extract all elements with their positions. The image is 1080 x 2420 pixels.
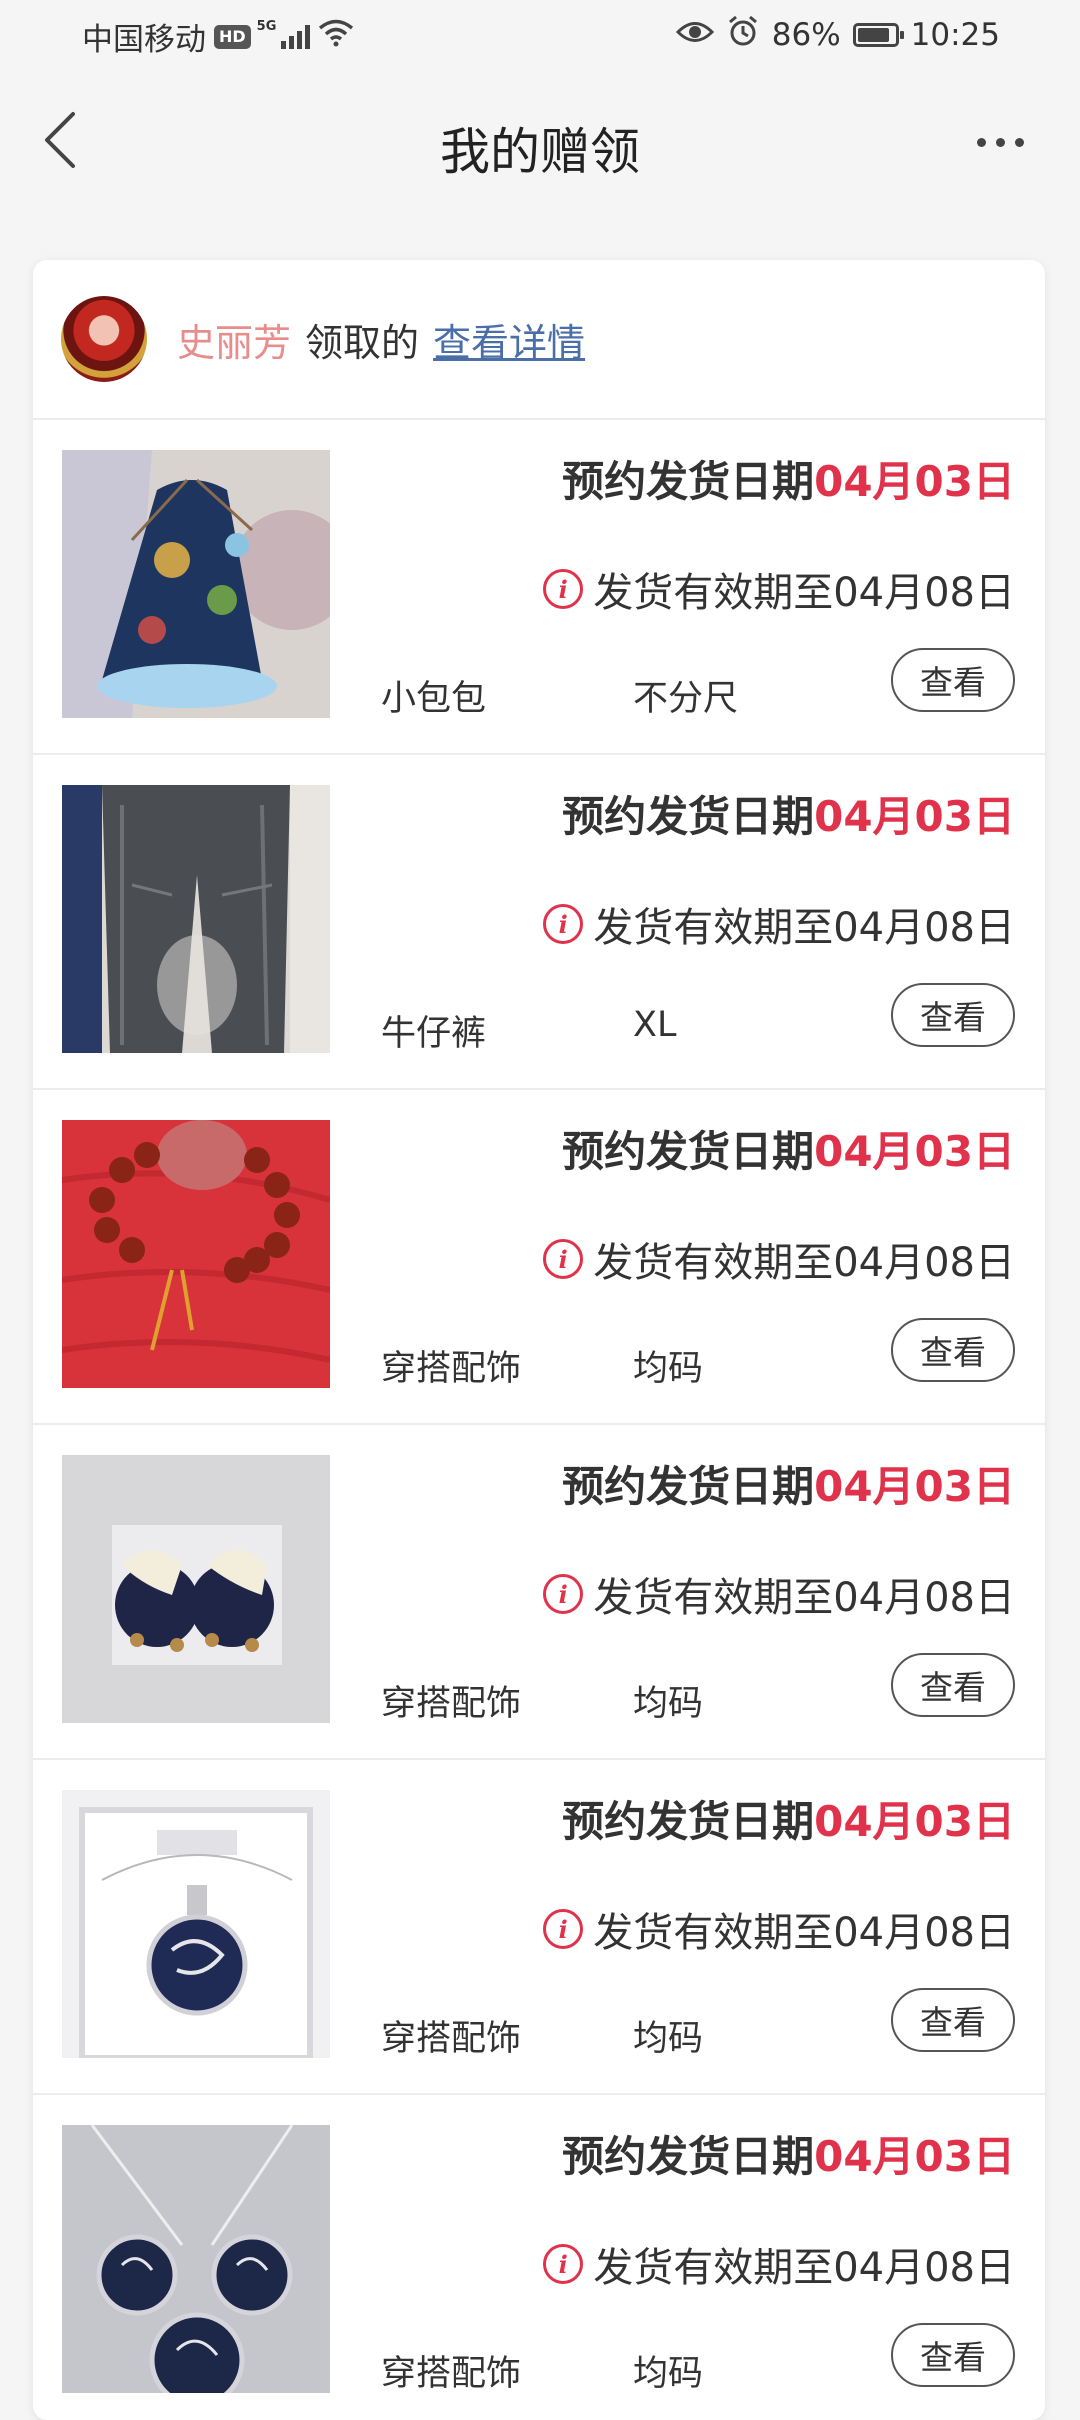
list-item[interactable]: 预约发货日期04月03日 i 发货有效期至04月08日 穿搭配饰 均码 查看 — [33, 2095, 1045, 2420]
list-item[interactable]: 预约发货日期04月03日 i 发货有效期至04月08日 穿搭配饰 均码 查看 — [33, 1760, 1045, 2095]
battery-icon — [852, 23, 904, 47]
status-bar: 中国移动 HD 5G 86% 10:25 — [0, 0, 1080, 72]
nav-bar: 我的赠领 — [0, 72, 1080, 222]
ship-date-label: 预约发货日期 — [562, 1797, 815, 1846]
item-name: 穿搭配饰 — [381, 1684, 522, 1724]
item-name: 穿搭配饰 — [381, 2354, 522, 2394]
ship-date: 预约发货日期04月03日 — [562, 448, 1015, 509]
ship-date: 预约发货日期04月03日 — [562, 1788, 1015, 1849]
carrier-name: 中国移动 — [82, 22, 206, 58]
alarm-icon — [726, 14, 760, 56]
view-button[interactable]: 查看 — [891, 648, 1015, 712]
ship-date-value: 04月03日 — [814, 457, 1015, 506]
item-name: 小包包 — [381, 679, 487, 719]
ship-date-label: 预约发货日期 — [562, 2132, 815, 2181]
product-image-earrings[interactable] — [62, 1455, 330, 1723]
list-item[interactable]: 预约发货日期04月03日 i 发货有效期至04月08日 穿搭配饰 均码 查看 — [33, 1425, 1045, 1760]
view-button[interactable]: 查看 — [891, 1988, 1015, 2052]
view-button[interactable]: 查看 — [891, 1318, 1015, 1382]
status-right: 86% 10:25 — [675, 14, 1000, 56]
product-image-bracelet[interactable] — [61, 1120, 331, 1388]
item-size: 均码 — [633, 2019, 704, 2059]
item-size: 均码 — [633, 1684, 704, 1724]
product-image-bag[interactable] — [62, 450, 352, 718]
validity-text: 发货有效期至04月08日 — [593, 905, 1015, 951]
ship-date-value: 04月03日 — [814, 1127, 1015, 1176]
item-name: 穿搭配饰 — [381, 2019, 522, 2059]
wifi-icon — [318, 19, 354, 55]
ship-date-value: 04月03日 — [814, 1797, 1015, 1846]
validity-text: 发货有效期至04月08日 — [593, 1910, 1015, 1956]
item-size: 均码 — [633, 2354, 704, 2394]
status-left: 中国移动 HD 5G — [82, 14, 354, 59]
item-size: 不分尺 — [633, 679, 739, 719]
received-label: 领取的 — [305, 320, 420, 365]
info-icon: i — [543, 569, 584, 609]
ship-date-label: 预约发货日期 — [562, 792, 815, 841]
gift-card: 史丽芳 领取的 查看详情 预约发货日期04月03日 i 发货有效期至04月08日 — [33, 260, 1045, 2420]
validity-row: i 发货有效期至04月08日 — [543, 1900, 1015, 1958]
info-icon: i — [543, 1574, 584, 1614]
list-item[interactable]: 预约发货日期04月03日 i 发货有效期至04月08日 穿搭配饰 均码 查看 — [33, 1090, 1045, 1425]
view-button[interactable]: 查看 — [891, 983, 1015, 1047]
network-type: 5G — [256, 18, 277, 34]
validity-row: i 发货有效期至04月08日 — [543, 895, 1015, 953]
ship-date-value: 04月03日 — [814, 792, 1015, 841]
battery-fill — [857, 28, 889, 42]
ship-date: 预约发货日期04月03日 — [562, 1118, 1015, 1179]
list-item[interactable]: 预约发货日期04月03日 i 发货有效期至04月08日 小包包 不分尺 查看 — [33, 420, 1045, 755]
receiver-name[interactable]: 史丽芳 — [177, 312, 291, 367]
info-icon: i — [543, 904, 584, 944]
validity-row: i 发货有效期至04月08日 — [543, 1230, 1015, 1288]
view-button[interactable]: 查看 — [891, 2323, 1015, 2387]
validity-text: 发货有效期至04月08日 — [593, 2245, 1015, 2291]
item-name: 牛仔裤 — [381, 1014, 487, 1054]
validity-text: 发货有效期至04月08日 — [593, 1240, 1015, 1286]
validity-text: 发货有效期至04月08日 — [593, 1575, 1015, 1621]
signal-icon: 5G — [257, 19, 310, 49]
validity-row: i 发货有效期至04月08日 — [543, 560, 1015, 618]
view-button[interactable]: 查看 — [891, 1653, 1015, 1717]
info-icon: i — [543, 1909, 584, 1949]
battery-percent: 86% — [771, 17, 841, 53]
validity-row: i 发货有效期至04月08日 — [543, 1565, 1015, 1623]
more-button[interactable] — [960, 112, 1040, 172]
validity-text: 发货有效期至04月08日 — [593, 570, 1015, 616]
ship-date-label: 预约发货日期 — [562, 457, 815, 506]
clock-time: 10:25 — [910, 17, 1000, 53]
ship-date: 预约发货日期04月03日 — [562, 1453, 1015, 1514]
ship-date-label: 预约发货日期 — [562, 1462, 815, 1511]
ship-date-value: 04月03日 — [814, 1462, 1015, 1511]
info-icon: i — [543, 1239, 584, 1279]
avatar[interactable] — [61, 296, 147, 382]
info-icon: i — [543, 2244, 584, 2284]
item-size: XL — [633, 1005, 677, 1045]
ship-date-label: 预约发货日期 — [562, 1127, 815, 1176]
ship-date-value: 04月03日 — [814, 2132, 1015, 2181]
product-image-jeans[interactable] — [62, 785, 330, 1053]
list-item[interactable]: 预约发货日期04月03日 i 发货有效期至04月08日 牛仔裤 XL 查看 — [33, 755, 1045, 1090]
hd-icon: HD — [214, 24, 251, 49]
eye-icon — [675, 17, 714, 53]
ship-date: 预约发货日期04月03日 — [562, 783, 1015, 844]
product-image-pendant[interactable] — [62, 1790, 330, 2061]
ship-date: 预约发货日期04月03日 — [562, 2123, 1015, 2184]
item-name: 穿搭配饰 — [381, 1349, 522, 1389]
more-horizontal-icon — [976, 137, 986, 147]
page-title: 我的赠领 — [440, 123, 640, 181]
view-details-link[interactable]: 查看详情 — [433, 312, 585, 367]
item-size: 均码 — [633, 1349, 704, 1389]
product-image-jewelry-set[interactable] — [62, 2124, 330, 2408]
validity-row: i 发货有效期至04月08日 — [543, 2235, 1015, 2293]
card-header: 史丽芳 领取的 查看详情 — [33, 260, 1045, 420]
